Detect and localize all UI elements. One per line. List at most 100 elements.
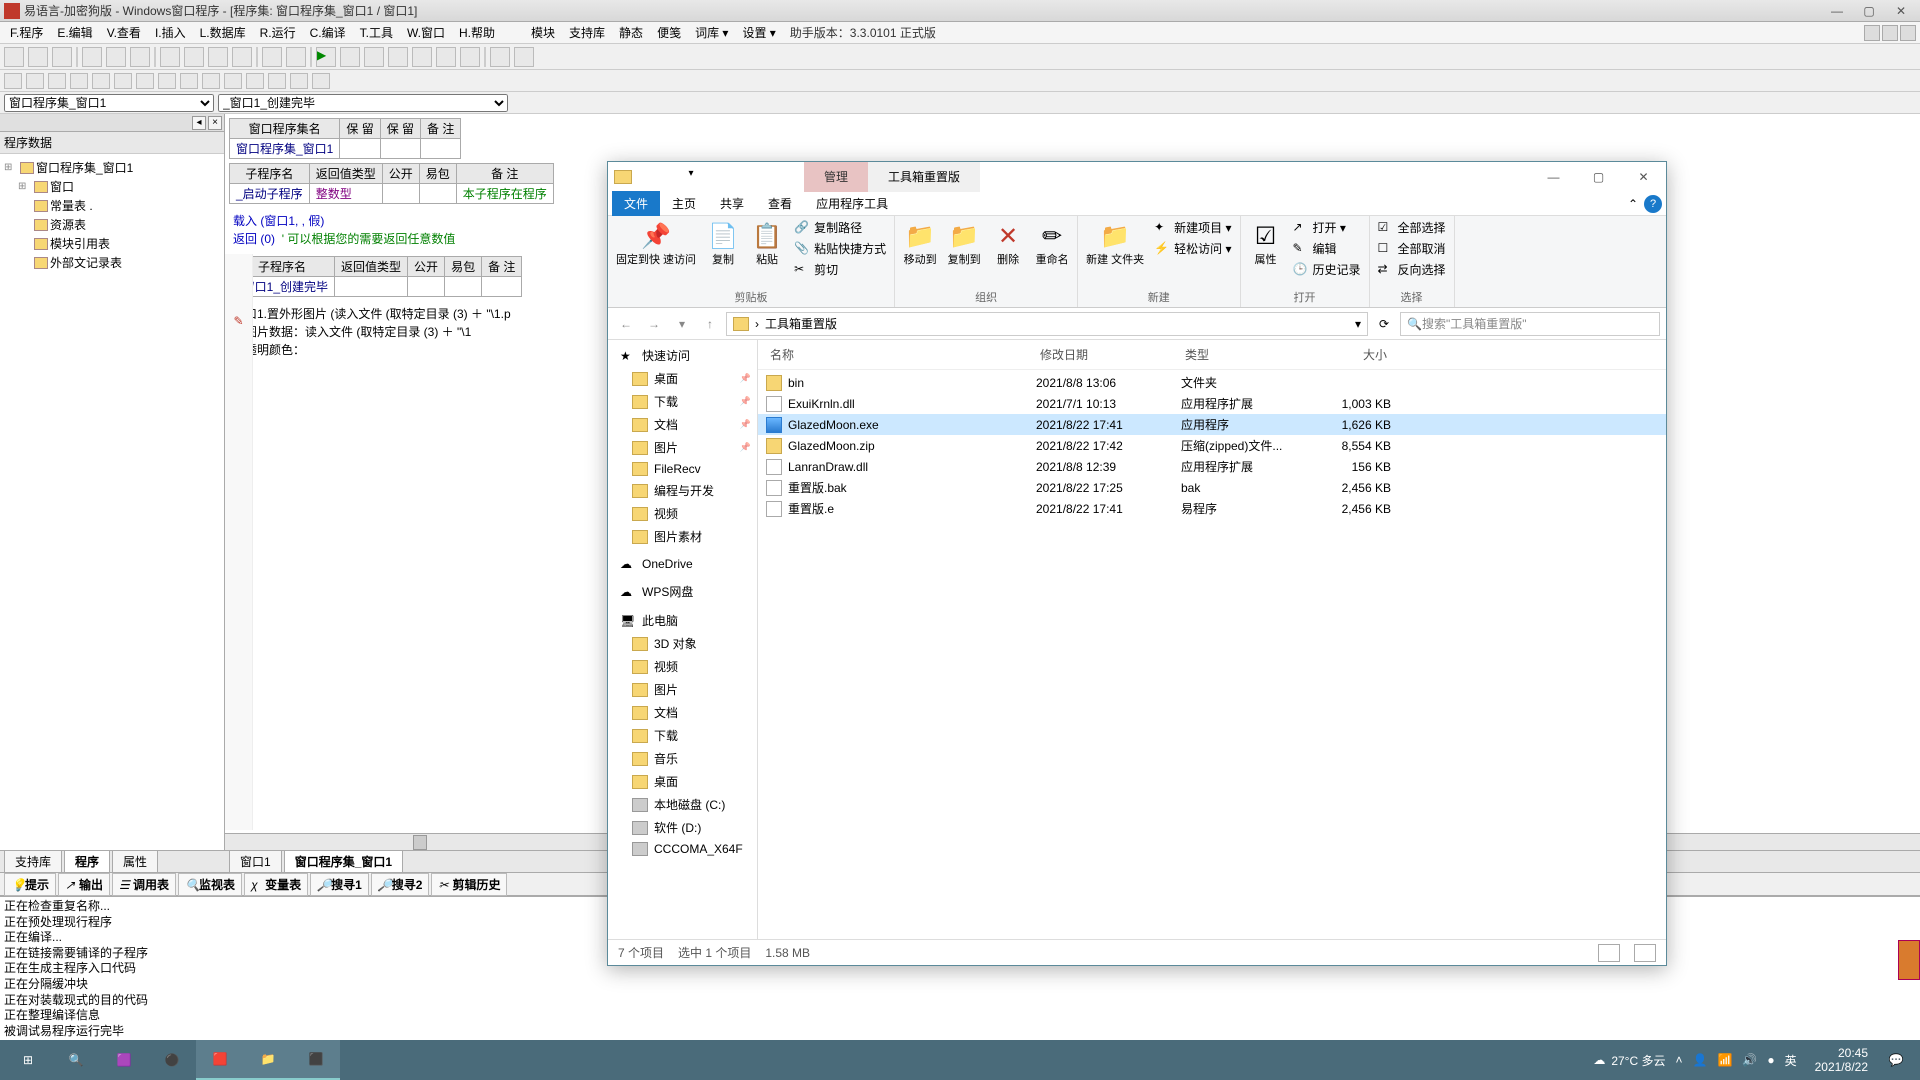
toolbar-button[interactable] (202, 73, 220, 89)
col-date[interactable]: 修改日期 (1036, 344, 1181, 365)
nav-item[interactable]: 软件 (D:) (608, 816, 757, 839)
nav-item[interactable]: 下载 (608, 724, 757, 747)
toolbar-button[interactable] (4, 47, 24, 67)
nav-forward-button[interactable]: → (642, 312, 666, 336)
project-tree[interactable]: 窗口程序集_窗口1 窗口 常量表 . 资源表 模块引用表 外部文记录表 (0, 154, 224, 276)
tray-ime[interactable]: 英 (1785, 1052, 1797, 1069)
rename-button[interactable]: ✏重命名 (1033, 218, 1071, 268)
toolbar-button[interactable] (82, 47, 102, 67)
toolbar-button[interactable] (312, 73, 330, 89)
file-row[interactable]: GlazedMoon.exe 2021/8/22 17:41 应用程序 1,62… (758, 414, 1666, 435)
start-button[interactable]: ⊞ (4, 1040, 52, 1080)
tab-properties[interactable]: 属性 (112, 850, 158, 872)
menu-item[interactable]: 模块 (525, 22, 561, 43)
toolbar-icon[interactable] (1864, 25, 1880, 41)
ribbon-collapse-icon[interactable]: ⌃ (1622, 197, 1644, 211)
sidebar-pin-icon[interactable]: ◂ (192, 116, 206, 130)
nav-item[interactable]: 音乐 (608, 747, 757, 770)
toolbar-button[interactable] (514, 47, 534, 67)
context-tab-manage[interactable]: 管理 (804, 162, 868, 192)
qat-dropdown-icon[interactable]: ▾ (682, 168, 700, 186)
nav-item[interactable]: ☁OneDrive (608, 554, 757, 574)
toolbar-button[interactable] (460, 47, 480, 67)
paste-shortcut-button[interactable]: 📎粘贴快捷方式 (792, 239, 888, 258)
ide-minimize-button[interactable]: — (1822, 3, 1852, 19)
toolbar-icon[interactable] (1900, 25, 1916, 41)
ribbon-tab-file[interactable]: 文件 (612, 191, 660, 216)
toolbar-button[interactable] (180, 73, 198, 89)
side-handle[interactable] (1898, 940, 1920, 980)
nav-item[interactable]: 桌面 (608, 367, 757, 390)
explorer-titlebar[interactable]: ▾ 管理 工具箱重置版 — ▢ ✕ (608, 162, 1666, 192)
dropdown-programset[interactable]: 窗口程序集_窗口1 (4, 94, 214, 112)
menu-item[interactable]: 支持库 (563, 22, 611, 43)
menu-item[interactable]: V.查看 (101, 22, 147, 43)
tray-chevron-icon[interactable]: ˄ (1675, 1053, 1682, 1067)
nav-item[interactable]: 文档 (608, 413, 757, 436)
toolbar-button[interactable] (388, 47, 408, 67)
tree-node[interactable]: 常量表 . (50, 197, 93, 214)
menu-item[interactable]: R.运行 (254, 22, 302, 43)
refresh-button[interactable]: ⟳ (1372, 312, 1396, 336)
ribbon-tab-view[interactable]: 查看 (756, 191, 804, 216)
delete-button[interactable]: ✕删除 (989, 218, 1027, 268)
menu-item[interactable]: 静态 (613, 22, 649, 43)
toolbar-button[interactable] (130, 47, 150, 67)
menu-item[interactable]: 设置 ▾ (736, 22, 781, 43)
nav-item[interactable]: 🖥此电脑 (608, 609, 757, 632)
menu-item[interactable]: T.工具 (354, 22, 399, 43)
properties-button[interactable]: ☑属性 (1247, 218, 1285, 268)
toolbar-icon[interactable] (1882, 25, 1898, 41)
ribbon-tab-home[interactable]: 主页 (660, 191, 708, 216)
tool-tab[interactable]: ☰调用表 (112, 873, 176, 896)
moveto-button[interactable]: 📁移动到 (901, 218, 939, 268)
toolbar-button[interactable] (224, 73, 242, 89)
explorer-minimize-button[interactable]: — (1531, 162, 1576, 192)
nav-item[interactable]: FileRecv (608, 459, 757, 479)
tray-network-icon[interactable]: 📶 (1717, 1053, 1732, 1067)
taskbar-app[interactable]: ⬛ (292, 1040, 340, 1080)
nav-item[interactable]: 3D 对象 (608, 632, 757, 655)
tray-icon[interactable]: ● (1767, 1053, 1774, 1067)
nav-item[interactable]: 本地磁盘 (C:) (608, 793, 757, 816)
tree-node[interactable]: 模块引用表 (50, 235, 110, 252)
menu-item[interactable]: F.程序 (4, 22, 49, 43)
tray-volume-icon[interactable]: 🔊 (1742, 1053, 1757, 1067)
toolbar-button[interactable] (26, 73, 44, 89)
nav-item[interactable]: 视频 (608, 655, 757, 678)
col-name[interactable]: 名称 (766, 344, 1036, 365)
tab-support[interactable]: 支持库 (4, 850, 62, 872)
taskbar-app-explorer[interactable]: 📁 (244, 1040, 292, 1080)
toolbar-run-button[interactable]: ▶ (316, 47, 336, 67)
navigation-pane[interactable]: ★快速访问桌面下载文档图片FileRecv编程与开发视频图片素材☁OneDriv… (608, 340, 758, 939)
file-row[interactable]: bin 2021/8/8 13:06 文件夹 (758, 372, 1666, 393)
tool-tab[interactable]: 🔎搜寻2 (371, 873, 430, 896)
help-icon[interactable]: ? (1644, 195, 1662, 213)
taskbar-app[interactable]: 🟥 (196, 1040, 244, 1080)
tool-tab[interactable]: 💡提示 (4, 873, 56, 896)
toolbar-button[interactable] (232, 47, 252, 67)
nav-item[interactable]: 文档 (608, 701, 757, 724)
file-row[interactable]: 重置版.e 2021/8/22 17:41 易程序 2,456 KB (758, 498, 1666, 519)
tray-icon[interactable]: 👤 (1692, 1053, 1707, 1067)
toolbar-button[interactable] (246, 73, 264, 89)
qat-button[interactable] (662, 168, 680, 186)
weather-widget[interactable]: ☁ 27°C 多云 (1593, 1052, 1665, 1069)
nav-back-button[interactable]: ← (614, 312, 638, 336)
toolbar-button[interactable] (52, 47, 72, 67)
subroutine-grid[interactable]: 子程序名返回值类型公开易包备 注 _启动子程序整数型本子程序在程序 (229, 163, 554, 204)
nav-item[interactable]: 桌面 (608, 770, 757, 793)
toolbar-button[interactable] (114, 73, 132, 89)
tree-node[interactable]: 窗口 (50, 178, 74, 195)
nav-item[interactable]: 图片 (608, 678, 757, 701)
select-all-button[interactable]: ☑全部选择 (1376, 218, 1448, 237)
tool-tab[interactable]: 🔍监视表 (178, 873, 242, 896)
select-invert-button[interactable]: ⇄反向选择 (1376, 260, 1448, 279)
column-headers[interactable]: 名称 修改日期 类型 大小 (758, 340, 1666, 370)
file-row[interactable]: GlazedMoon.zip 2021/8/22 17:42 压缩(zipped… (758, 435, 1666, 456)
menu-item[interactable]: 词库 ▾ (689, 22, 734, 43)
search-button[interactable]: 🔍 (52, 1040, 100, 1080)
cut-button[interactable]: ✂剪切 (792, 260, 888, 279)
toolbar-button[interactable] (364, 47, 384, 67)
menu-item[interactable]: 便笺 (651, 22, 687, 43)
